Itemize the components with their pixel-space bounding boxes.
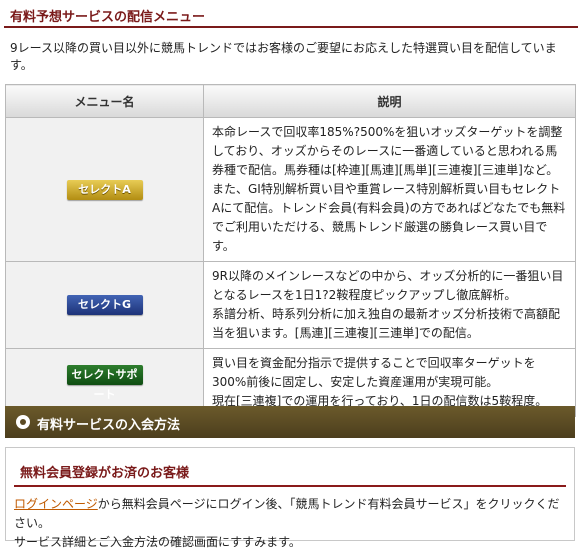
description-cell: 9R以降のメインレースなどの中から、オッズ分析的に一番狙い目となるレースを1日1… xyxy=(203,261,576,349)
header-menu-name: メニュー名 xyxy=(5,84,204,118)
box-title: 無料会員登録がお済のお客様 xyxy=(20,466,190,481)
description-line: 9R以降のメインレースなどの中から、オッズ分析的に一番狙い目となるレースを1日1… xyxy=(212,269,564,302)
description-line: 買い目を資金配分指示で提供することで回収率ターゲットを300%前後に固定し、安定… xyxy=(212,356,536,389)
join-section-header: 有料サービスの入会方法 xyxy=(5,406,575,438)
description-cell: 本命レースで回収率185%?500%を狙いオッズターゲットを調整しており、オッズ… xyxy=(203,117,576,262)
select-a-badge[interactable]: セレクトA xyxy=(66,179,143,200)
description-line: 本命レースで回収率185%?500%を狙いオッズターゲットを調整しており、オッズ… xyxy=(212,125,563,177)
title-divider xyxy=(14,485,566,487)
section-header: 有料予想サービスの配信メニュー xyxy=(4,2,578,28)
table-row: セレクトA 本命レースで回収率185%?500%を狙いオッズターゲットを調整して… xyxy=(5,117,576,262)
intro-text: 9レース以降の買い目以外に競馬トレンドではお客様のご要望にお応えした特選買い目を… xyxy=(10,41,557,72)
header-description: 説明 xyxy=(203,84,576,118)
section-title: 有料予想サービスの配信メニュー xyxy=(10,10,206,25)
description-line: 系譜分析、時系列分析に加え独自の最新オッズ分析技術で高額配当を狙います。[馬連]… xyxy=(212,307,561,340)
select-support-badge[interactable]: セレクトサポート xyxy=(66,364,143,401)
login-page-link[interactable]: ログインページ xyxy=(14,497,98,511)
menu-table: メニュー名 説明 セレクトA 本命レースで回収率185%?500%を狙いオッズタ… xyxy=(5,84,576,417)
join-title: 有料サービスの入会方法 xyxy=(37,418,181,433)
box-body-line2: サービス詳細とご入金方法の確認画面にすすみます。 xyxy=(14,535,301,549)
circle-bullet-icon xyxy=(16,415,30,429)
description-line: また、GI特別解析買い目や重賞レース特別解析買い目もセレクトAにて配信。トレンド… xyxy=(212,182,566,253)
table-row: セレクトG 9R以降のメインレースなどの中から、オッズ分析的に一番狙い目となるレ… xyxy=(5,261,576,349)
box-body: ログインページから無料会員ページにログイン後、「競馬トレンド有料会員サービス」を… xyxy=(14,495,568,552)
select-g-badge[interactable]: セレクトG xyxy=(66,295,143,315)
member-info-box: 無料会員登録がお済のお客様 ログインページから無料会員ページにログイン後、「競馬… xyxy=(5,447,575,549)
